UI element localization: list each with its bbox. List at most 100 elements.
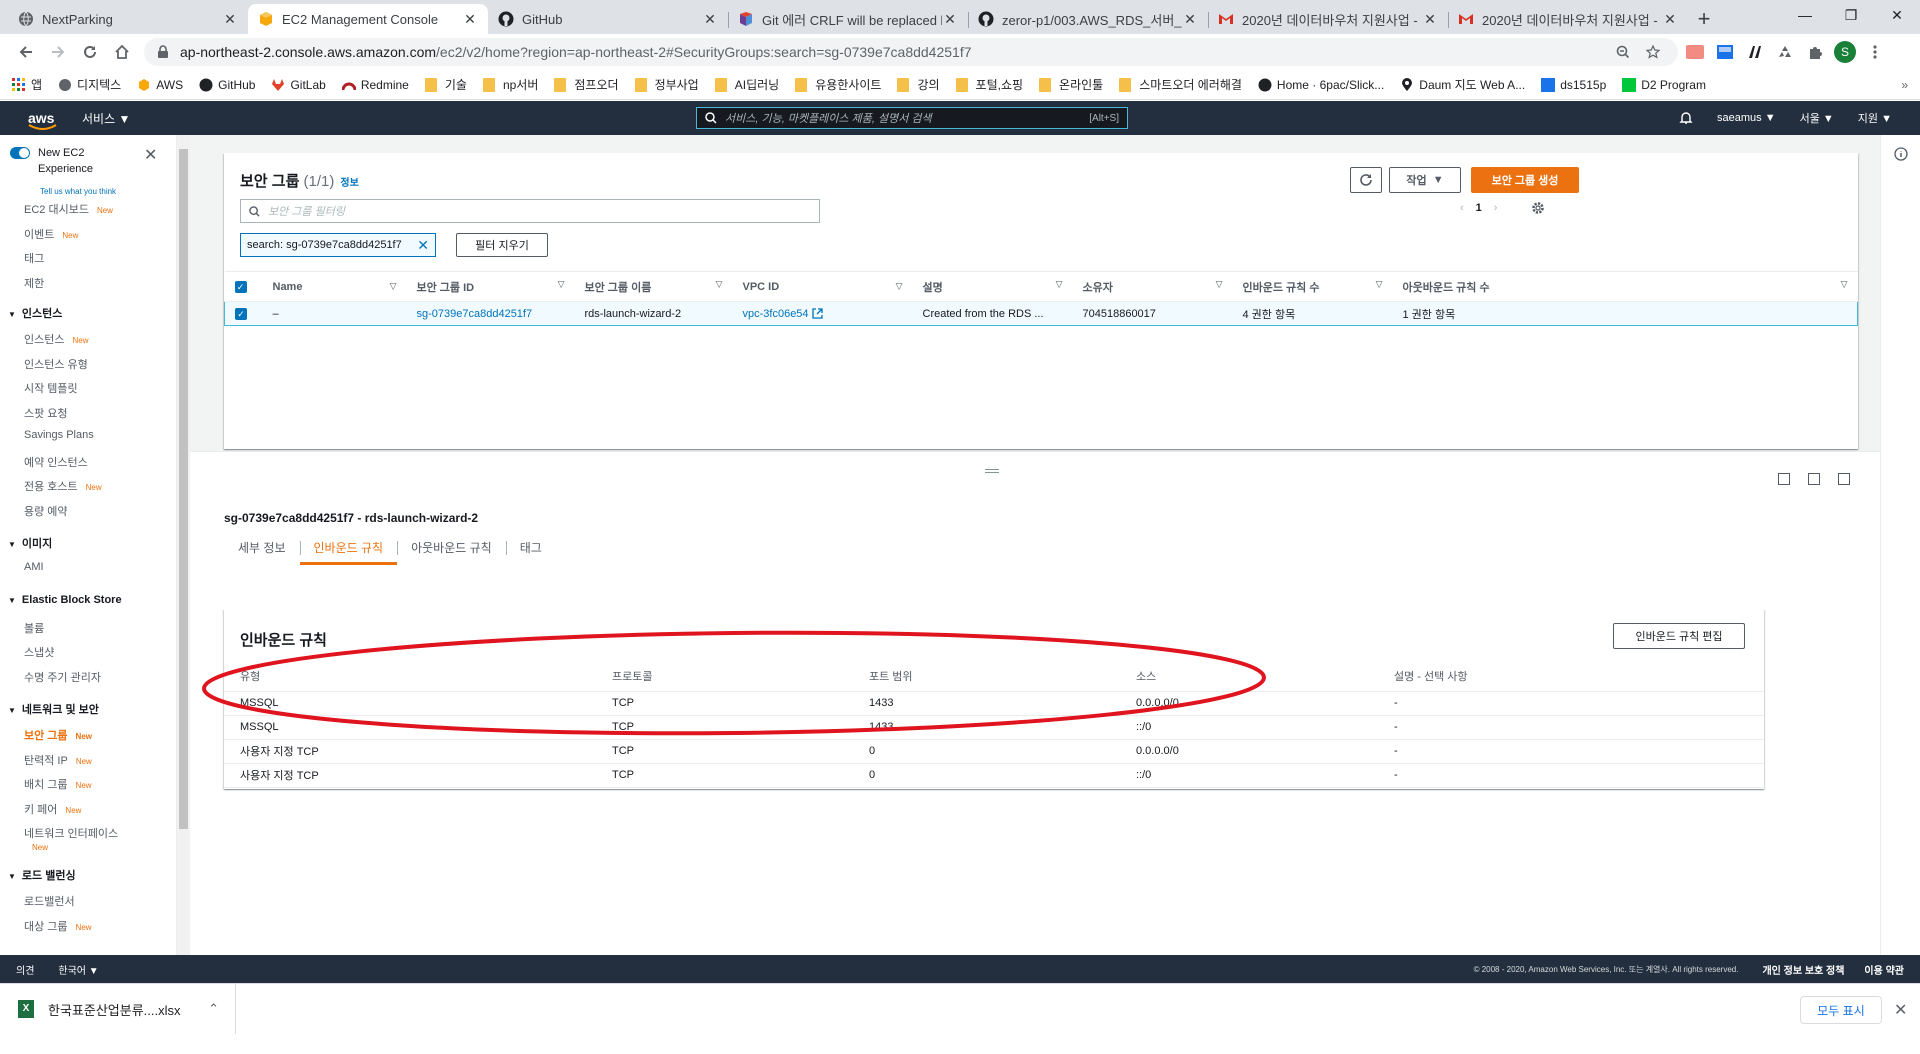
- close-icon[interactable]: ✕: [1422, 11, 1438, 28]
- chevron-left-icon[interactable]: ‹: [1460, 202, 1464, 214]
- aws-search-input[interactable]: 서비스, 기능, 마켓플레이스 제품, 설명서 검색 [Alt+S]: [696, 107, 1128, 129]
- info-icon[interactable]: [1894, 147, 1908, 161]
- close-icon[interactable]: ✕: [1662, 11, 1678, 28]
- column-header[interactable]: Name ▽: [262, 271, 407, 302]
- sidebar-item[interactable]: 대상 그룹 New: [24, 918, 92, 934]
- bookmark-folder[interactable]: 기술: [424, 76, 467, 93]
- toggle-switch[interactable]: [10, 147, 30, 159]
- checkbox-checked[interactable]: ✓: [235, 307, 247, 320]
- show-all-downloads-button[interactable]: 모두 표시: [1800, 996, 1882, 1024]
- sidebar-item[interactable]: 전용 호스트 New: [24, 478, 102, 494]
- bookmark-folder[interactable]: np서버: [482, 76, 538, 93]
- layout-bottom-icon[interactable]: [1778, 473, 1790, 485]
- star-icon[interactable]: [1640, 39, 1666, 65]
- sidebar-section-header[interactable]: 로드 밸런싱: [8, 867, 76, 883]
- restore-icon[interactable]: ❐: [1828, 0, 1874, 30]
- sidebar-item[interactable]: 탄력적 IP New: [24, 752, 92, 768]
- bookmark-folder[interactable]: 포털,쇼핑: [955, 76, 1023, 93]
- sidebar-item[interactable]: AMI: [24, 561, 44, 573]
- sidebar-item[interactable]: 용량 예약: [24, 503, 68, 519]
- extension-icon[interactable]: [1682, 39, 1708, 65]
- sort-icon[interactable]: ▽: [1056, 279, 1063, 290]
- bookmark-folder[interactable]: 유용한사이트: [795, 76, 881, 93]
- gear-icon[interactable]: [1531, 201, 1545, 215]
- feedback-link[interactable]: Tell us what you think: [40, 187, 116, 196]
- sort-icon[interactable]: ▽: [390, 281, 397, 292]
- menu-icon[interactable]: [1862, 39, 1888, 65]
- close-icon[interactable]: ✕: [1874, 0, 1920, 30]
- profile-avatar[interactable]: S: [1832, 39, 1858, 65]
- close-icon[interactable]: ✕: [942, 11, 958, 28]
- bookmark-item[interactable]: 디지텍스: [58, 76, 121, 93]
- extension-icon[interactable]: [1712, 39, 1738, 65]
- actions-dropdown[interactable]: 작업 ▼: [1389, 167, 1461, 193]
- sidebar-item[interactable]: 보안 그룹 New: [24, 727, 92, 743]
- address-bar[interactable]: ap-northeast-2.console.aws.amazon.com/ec…: [144, 38, 1678, 66]
- forward-icon[interactable]: [42, 36, 74, 68]
- reload-icon[interactable]: [74, 36, 106, 68]
- bookmark-item[interactable]: GitHub: [199, 78, 255, 92]
- account-menu[interactable]: saeamus ▼: [1717, 112, 1776, 124]
- sort-icon[interactable]: ▽: [716, 279, 723, 290]
- sidebar-section-header[interactable]: Elastic Block Store: [8, 594, 122, 606]
- more-bookmarks-icon[interactable]: »: [1901, 78, 1908, 92]
- zoom-icon[interactable]: [1610, 39, 1636, 65]
- bookmark-apps[interactable]: 앱: [12, 76, 42, 93]
- chevron-right-icon[interactable]: ›: [1494, 202, 1498, 214]
- sidebar-item[interactable]: 인스턴스 유형: [24, 356, 88, 372]
- external-link-icon[interactable]: [811, 308, 823, 319]
- bookmark-item[interactable]: GitLab: [271, 78, 326, 92]
- sidebar-item[interactable]: 태그: [24, 250, 44, 266]
- split-pane-divider[interactable]: [190, 451, 1880, 459]
- bookmark-folder[interactable]: 정부사업: [634, 76, 699, 93]
- column-header[interactable]: VPC ID ▽: [732, 271, 913, 302]
- sort-icon[interactable]: ▽: [558, 279, 565, 290]
- tab-outbound-rules[interactable]: 아웃바운드 규칙: [397, 531, 506, 565]
- sidebar-item[interactable]: 네트워크 인터페이스 New: [24, 825, 118, 852]
- language-selector[interactable]: 한국어 ▼: [58, 962, 98, 977]
- sidebar-item[interactable]: 이벤트 New: [24, 226, 78, 242]
- sort-icon[interactable]: ▽: [1841, 279, 1848, 290]
- close-icon[interactable]: ✕: [222, 11, 238, 28]
- bell-icon[interactable]: [1679, 111, 1693, 125]
- sidebar-section-header[interactable]: 이미지: [8, 535, 52, 551]
- aws-logo[interactable]: aws: [28, 110, 68, 130]
- browser-tab[interactable]: Git 에러 CRLF will be replaced b ✕: [728, 4, 968, 34]
- sort-icon[interactable]: ▽: [896, 281, 903, 292]
- create-security-group-button[interactable]: 보안 그룹 생성: [1471, 167, 1579, 193]
- puzzle-icon[interactable]: [1802, 39, 1828, 65]
- sidebar-section-header[interactable]: 인스턴스: [8, 305, 62, 321]
- select-all-header[interactable]: ✓: [224, 271, 263, 302]
- region-menu[interactable]: 서울 ▼: [1800, 110, 1834, 126]
- column-header[interactable]: 소유자 ▽: [1072, 271, 1233, 302]
- sidebar-item[interactable]: 스팟 요청: [24, 405, 68, 421]
- sidebar-item[interactable]: Savings Plans: [24, 429, 94, 441]
- bookmark-folder[interactable]: 온라인툴: [1039, 76, 1103, 93]
- column-header[interactable]: 인바운드 규칙 수 ▽: [1232, 271, 1393, 302]
- sidebar-item[interactable]: 스냅샷: [24, 644, 54, 660]
- browser-tab[interactable]: zeror-p1/003.AWS_RDS_서버_만 ✕: [968, 4, 1208, 34]
- new-tab-button[interactable]: +: [1688, 4, 1720, 34]
- bookmark-item[interactable]: Daum 지도 Web A...: [1400, 76, 1525, 93]
- browser-tab-active[interactable]: EC2 Management Console ✕: [248, 4, 488, 34]
- tab-tags[interactable]: 태그: [505, 531, 556, 565]
- close-icon[interactable]: ✕: [1894, 1000, 1907, 1020]
- privacy-link[interactable]: 개인 정보 보호 정책: [1762, 962, 1844, 977]
- vpc-id-link[interactable]: vpc-3fc06e54: [743, 308, 809, 320]
- sidebar-item[interactable]: 수명 주기 관리자: [24, 669, 101, 685]
- filter-input[interactable]: 보안 그룹 필터링: [240, 199, 820, 223]
- sort-icon[interactable]: ▽: [1376, 279, 1383, 290]
- bookmark-item[interactable]: Redmine: [341, 78, 409, 92]
- security-group-id-link[interactable]: sg-0739e7ca8dd4251f7: [406, 301, 575, 326]
- support-menu[interactable]: 지원 ▼: [1858, 110, 1892, 126]
- services-menu[interactable]: 서비스 ▼: [82, 110, 130, 127]
- bookmark-folder[interactable]: 점프오더: [554, 76, 619, 93]
- bookmark-item[interactable]: AWS: [137, 78, 183, 92]
- sidebar-item[interactable]: 시작 템플릿: [24, 380, 78, 396]
- clear-filters-button[interactable]: 필터 지우기: [456, 233, 548, 257]
- bookmark-item[interactable]: D2 Program: [1622, 77, 1706, 92]
- bookmark-item[interactable]: Home · 6pac/Slick...: [1258, 78, 1384, 92]
- resize-grip-icon[interactable]: [985, 469, 999, 473]
- minimize-icon[interactable]: —: [1782, 0, 1828, 30]
- chevron-up-icon[interactable]: ⌃: [208, 1001, 219, 1017]
